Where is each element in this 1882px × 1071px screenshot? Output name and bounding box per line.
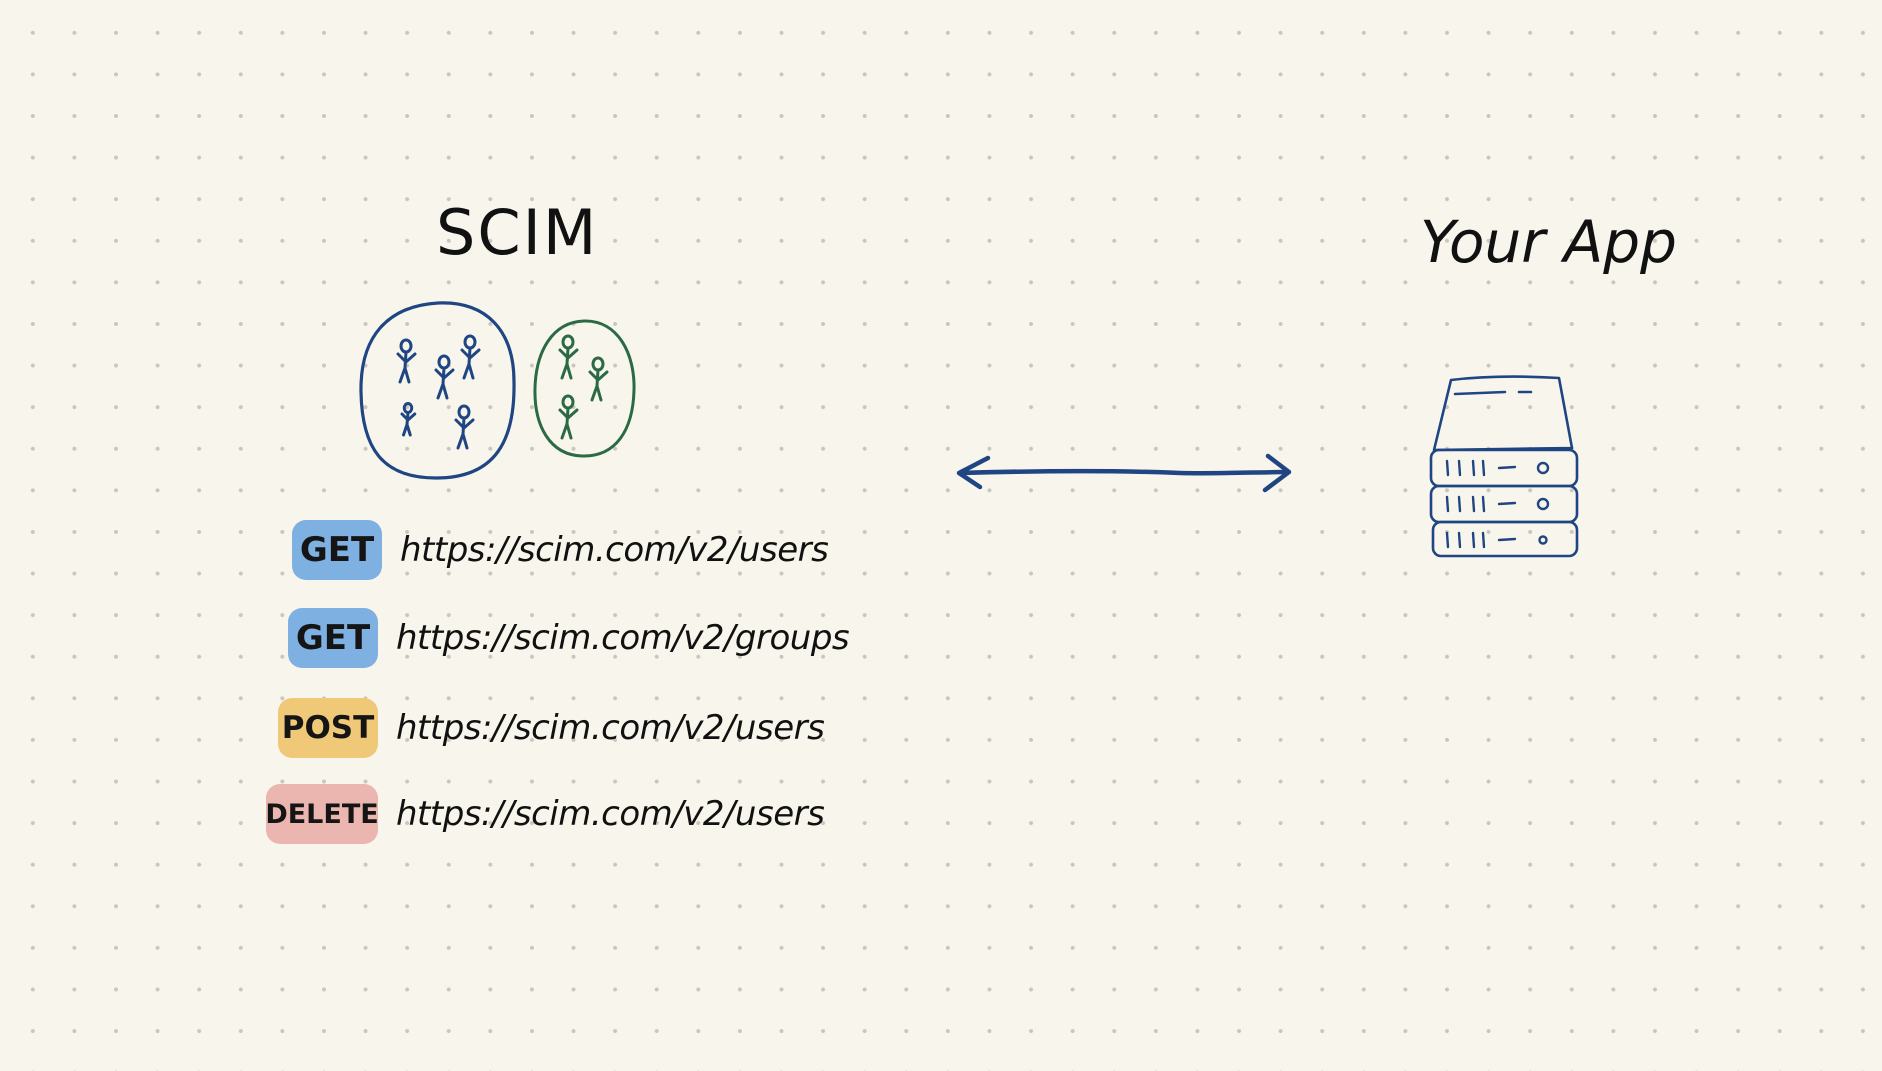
method-badge-post: POST	[278, 698, 378, 758]
method-badge-get: GET	[288, 608, 378, 668]
stick-figure-icon	[588, 356, 609, 402]
server-unit-details	[1445, 495, 1550, 513]
server-stack-icon	[1429, 375, 1579, 558]
server-led-icon	[1536, 461, 1550, 475]
server-led-icon	[1538, 535, 1548, 545]
endpoint-row: GET https://scim.com/v2/users	[292, 520, 829, 580]
method-badge-get: GET	[292, 520, 382, 580]
bidirectional-arrow-icon	[956, 453, 1292, 493]
stick-figure-icon	[454, 404, 475, 450]
server-unit-details	[1445, 459, 1550, 477]
server-led-icon	[1536, 497, 1550, 511]
endpoint-url: https://scim.com/v2/users	[400, 530, 829, 570]
scim-title: SCIM	[436, 196, 599, 269]
stick-figure-icon	[558, 334, 579, 380]
stick-figure-icon	[460, 334, 481, 380]
groups-group-icon	[533, 319, 636, 458]
endpoint-url: https://scim.com/v2/users	[396, 794, 825, 834]
stick-figure-icon	[400, 402, 417, 437]
endpoint-row: POST https://scim.com/v2/users	[278, 698, 825, 758]
method-badge-delete: DELETE	[265, 784, 379, 844]
stick-figure-icon	[434, 354, 455, 400]
endpoint-row: DELETE https://scim.com/v2/users	[265, 784, 825, 844]
endpoint-row: GET https://scim.com/v2/groups	[288, 608, 850, 668]
endpoint-url: https://scim.com/v2/users	[396, 708, 825, 748]
users-group-icon	[359, 301, 516, 480]
stick-figure-icon	[558, 394, 579, 440]
stick-figure-icon	[396, 338, 417, 384]
endpoint-url: https://scim.com/v2/groups	[396, 618, 850, 658]
your-app-title: Your App	[1420, 208, 1677, 276]
server-unit-details	[1445, 531, 1548, 549]
